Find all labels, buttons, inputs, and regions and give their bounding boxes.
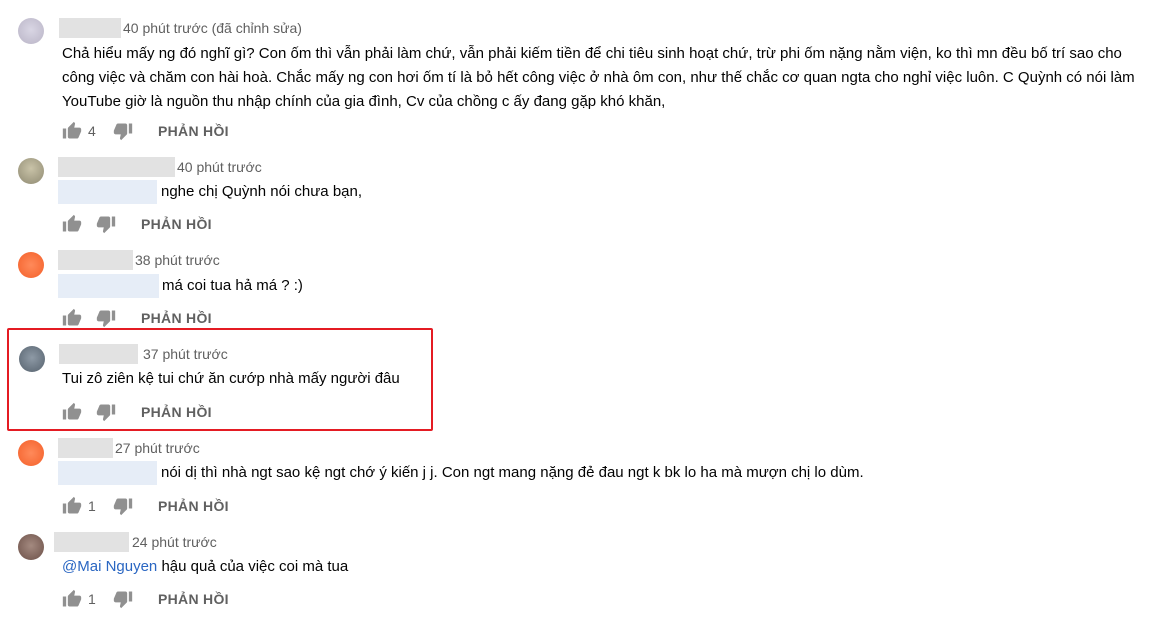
reply-button[interactable]: PHẢN HỒI: [158, 496, 229, 516]
comment-text: Chả hiểu mấy ng đó nghĩ gì? Con ốm thì v…: [62, 45, 1135, 110]
comment-timestamp[interactable]: 38 phút trước: [135, 250, 220, 270]
author-name[interactable]: [54, 532, 129, 552]
reply-button[interactable]: PHẢN HỒI: [158, 589, 229, 609]
comment-timestamp[interactable]: 24 phút trước: [132, 532, 217, 552]
like-count: 4: [88, 123, 96, 139]
mention-link[interactable]: [58, 274, 159, 298]
like-icon[interactable]: [62, 308, 82, 328]
like-icon[interactable]: [62, 589, 82, 609]
comment-thread-item: 24 phút trước @Mai Nguyen hậu quả của vi…: [0, 526, 1161, 620]
comment-actions: PHẢN HỒI: [0, 214, 400, 234]
comment-timestamp[interactable]: 27 phút trước: [115, 438, 200, 458]
avatar[interactable]: [18, 440, 44, 466]
comment-text: má coi tua hả má ? :): [162, 277, 303, 294]
dislike-icon[interactable]: [96, 214, 116, 234]
author-name[interactable]: [59, 18, 121, 38]
comment-text: @Mai Nguyen hậu quả của việc coi mà tua: [62, 555, 962, 579]
author-name[interactable]: [58, 157, 175, 177]
dislike-icon[interactable]: [113, 496, 133, 516]
reply-button[interactable]: PHẢN HỒI: [141, 214, 212, 234]
mention-link[interactable]: [58, 461, 157, 485]
author-name[interactable]: [58, 250, 133, 270]
highlight-box: [7, 328, 433, 431]
avatar[interactable]: [18, 534, 44, 560]
comment-thread-item: 27 phút trước nói dị thì nhà ngt sao kệ …: [0, 432, 1161, 526]
comment-timestamp[interactable]: 40 phút trước (đã chỉnh sửa): [123, 18, 302, 38]
avatar[interactable]: [18, 252, 44, 278]
comment-actions: 4 PHẢN HỒI: [0, 121, 400, 141]
comment-body: hậu quả của việc coi mà tua: [157, 558, 349, 575]
dislike-icon[interactable]: [113, 121, 133, 141]
reply-button[interactable]: PHẢN HỒI: [141, 308, 212, 328]
mention-link[interactable]: @Mai Nguyen: [62, 558, 157, 575]
comment-thread-item: 40 phút trước nghe chị Quỳnh nói chưa bạ…: [0, 150, 1161, 244]
avatar[interactable]: [18, 158, 44, 184]
like-count: 1: [88, 498, 96, 514]
comment-actions: 1 PHẢN HỒI: [0, 589, 400, 609]
comment-text: nghe chị Quỳnh nói chưa bạn,: [161, 183, 363, 200]
comment-thread-item: 40 phút trước (đã chỉnh sửa) Chả hiểu mấ…: [0, 0, 1161, 150]
avatar[interactable]: [18, 18, 44, 44]
like-icon[interactable]: [62, 496, 82, 516]
dislike-icon[interactable]: [96, 308, 116, 328]
dislike-icon[interactable]: [113, 589, 133, 609]
comment-thread-item: 38 phút trước má coi tua hả má ? :) PHẢN…: [0, 244, 1161, 338]
like-icon[interactable]: [62, 214, 82, 234]
like-count: 1: [88, 591, 96, 607]
like-icon[interactable]: [62, 121, 82, 141]
author-name[interactable]: [58, 438, 113, 458]
reply-button[interactable]: PHẢN HỒI: [158, 121, 229, 141]
comment-timestamp[interactable]: 40 phút trước: [177, 157, 262, 177]
comment-text: nói dị thì nhà ngt sao kệ ngt chớ ý kiến…: [161, 464, 864, 481]
mention-link[interactable]: [58, 180, 157, 204]
comment-actions: 1 PHẢN HỒI: [0, 496, 400, 516]
comment-actions: PHẢN HỒI: [0, 308, 400, 328]
